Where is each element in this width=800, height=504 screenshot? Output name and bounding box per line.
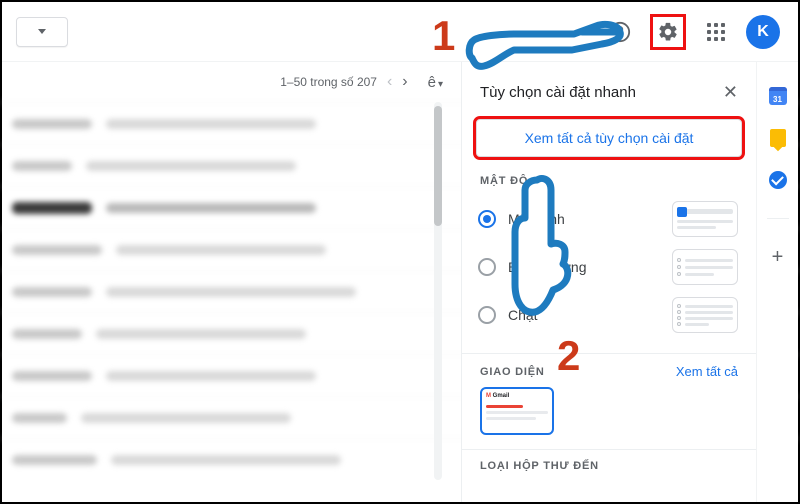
see-all-settings-button[interactable]: Xem tất cả tùy chọn cài đặt xyxy=(476,119,742,157)
keep-icon xyxy=(770,129,786,147)
input-tools-button[interactable]: ê▾ xyxy=(428,74,443,91)
gear-icon xyxy=(657,21,679,43)
page-count: 1–50 trong số 207 xyxy=(280,75,377,89)
scope-dropdown[interactable] xyxy=(16,17,68,47)
apps-button[interactable] xyxy=(698,14,734,50)
tasks-icon xyxy=(769,171,787,189)
right-side-rail: 31 + xyxy=(756,62,798,502)
add-addon-button[interactable]: + xyxy=(768,247,788,267)
annotation-step-1: 1 xyxy=(432,12,455,60)
quick-settings-panel: Tùy chọn cài đặt nhanh ✕ Xem tất cả tùy … xyxy=(461,62,756,502)
apps-grid-icon xyxy=(707,23,725,41)
keep-app-button[interactable] xyxy=(768,128,788,148)
inbox-type-section-title: LOẠI HỘP THƯ ĐẾN xyxy=(462,460,756,472)
account-avatar[interactable]: K xyxy=(746,15,780,49)
app-header: K xyxy=(2,2,798,62)
radio-icon xyxy=(478,210,496,228)
pager: 1–50 trong số 207 ‹ › ê▾ xyxy=(280,73,443,91)
pointer-hand-icon xyxy=(462,20,627,76)
density-preview-comfortable xyxy=(672,249,738,285)
density-preview-default xyxy=(672,201,738,237)
scrollbar-thumb[interactable] xyxy=(434,106,442,226)
radio-icon xyxy=(478,306,496,324)
settings-button[interactable] xyxy=(650,14,686,50)
theme-section-title: GIAO DIỆN xyxy=(480,366,545,378)
close-panel-button[interactable]: ✕ xyxy=(723,82,738,103)
theme-thumbnail[interactable]: M Gmail xyxy=(480,387,554,435)
scrollbar[interactable] xyxy=(434,102,442,480)
prev-page-button[interactable]: ‹ xyxy=(387,73,392,91)
calendar-icon: 31 xyxy=(769,87,787,105)
header-actions: K xyxy=(602,14,780,50)
calendar-app-button[interactable]: 31 xyxy=(768,86,788,106)
panel-title: Tùy chọn cài đặt nhanh xyxy=(480,84,636,101)
pointer-hand-up-icon xyxy=(507,172,577,332)
annotation-step-2: 2 xyxy=(557,332,580,380)
tasks-app-button[interactable] xyxy=(768,170,788,190)
density-preview-compact xyxy=(672,297,738,333)
radio-icon xyxy=(478,258,496,276)
caret-down-icon xyxy=(38,29,46,34)
theme-see-all-link[interactable]: Xem tất cả xyxy=(676,364,738,379)
next-page-button[interactable]: › xyxy=(402,73,407,91)
